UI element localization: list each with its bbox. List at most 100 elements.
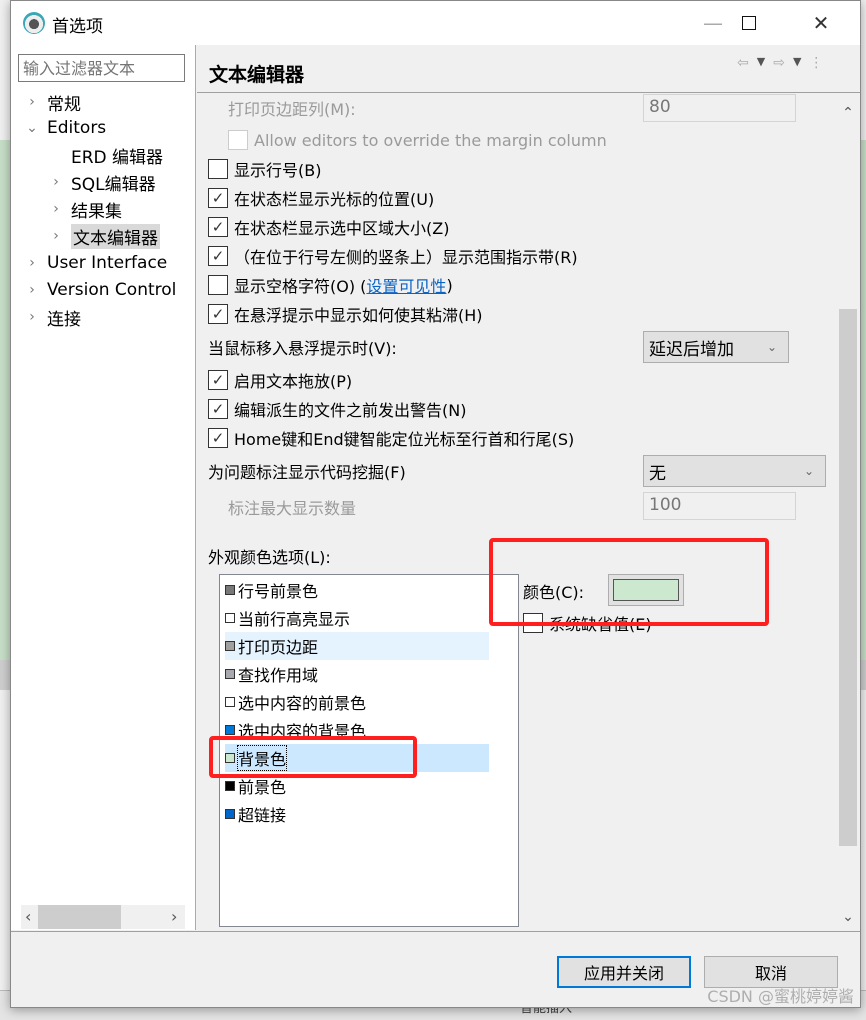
show-cursor-position-row[interactable]: ✓ 在状态栏显示光标的位置(U) (208, 185, 434, 211)
color-option-selection-fg[interactable]: 选中内容的前景色 (225, 688, 489, 716)
window-title: 首选项 (52, 17, 103, 37)
text-drag-drop-checkbox[interactable]: ✓ (208, 370, 228, 390)
close-icon: ✕ (812, 11, 830, 35)
allow-override-label: Allow editors to override the margin col… (254, 130, 607, 150)
show-whitespace-row[interactable]: 显示空格字符(O) ( 设置可见性 ) (208, 272, 453, 298)
scrollbar-thumb[interactable] (38, 905, 121, 929)
code-mining-value: 无 (649, 463, 666, 484)
chevron-right-icon[interactable]: › (47, 174, 65, 190)
color-label: 颜色(C): (523, 583, 585, 602)
tree-item-sql-editor[interactable]: › SQL编辑器 (47, 169, 155, 195)
configure-visibility-link[interactable]: 设置可见性 (366, 273, 446, 297)
show-line-numbers-checkbox[interactable] (208, 159, 228, 179)
apply-and-close-button[interactable]: 应用并关闭 (557, 956, 691, 988)
color-option-label: 超链接 (238, 806, 287, 825)
tree-item-label: 文本编辑器 (71, 223, 160, 249)
allow-override-checkbox[interactable] (228, 130, 248, 150)
tree-item-label: ERD 编辑器 (71, 147, 164, 168)
tree-item-version-control[interactable]: › Version Control (23, 277, 176, 303)
back-history-dropdown-icon[interactable]: ▼ (757, 55, 765, 71)
text-drag-drop-row[interactable]: ✓ 启用文本拖放(P) (208, 367, 352, 393)
tree-item-label: 结果集 (71, 201, 122, 222)
show-range-indicator-row[interactable]: ✓ （在位于行号左侧的竖条上）显示范围指示带(R) (208, 243, 578, 269)
system-default-label: 系统缺省值(E) (549, 615, 652, 634)
sticky-hover-row[interactable]: ✓ 在悬浮提示中显示如何使其粘滞(H) (208, 301, 483, 327)
color-option-current-line[interactable]: 当前行高亮显示 (225, 604, 489, 632)
show-whitespace-checkbox[interactable] (208, 275, 228, 295)
chevron-right-icon[interactable]: › (47, 228, 65, 244)
chevron-down-icon[interactable]: ⌄ (23, 120, 41, 136)
scroll-left-icon[interactable]: ‹ (25, 907, 31, 926)
tree-item-text-editor[interactable]: › 文本编辑器 (47, 223, 160, 249)
color-swatch-icon (225, 641, 235, 651)
show-cursor-position-checkbox[interactable]: ✓ (208, 188, 228, 208)
more-options-icon[interactable]: ⋮ (809, 55, 823, 71)
checkbox-label: 在状态栏显示光标的位置(U) (234, 190, 435, 209)
maximize-button[interactable] (719, 1, 779, 45)
tree-item-label: Editors (47, 118, 107, 138)
color-option-label: 打印页边距 (238, 638, 319, 657)
forward-arrow-icon[interactable]: ⇨ (773, 55, 785, 71)
tree-item-editors[interactable]: ⌄ Editors (23, 115, 106, 141)
filter-input[interactable] (18, 54, 185, 82)
chevron-right-icon[interactable]: › (23, 282, 41, 298)
scroll-down-icon[interactable]: ⌄ (837, 909, 859, 925)
color-swatch-icon (225, 781, 235, 791)
color-option-line-number-fg[interactable]: 行号前景色 (225, 576, 489, 604)
system-default-row[interactable]: 系统缺省值(E) (523, 610, 652, 636)
tree-item-erd-editor[interactable]: ERD 编辑器 (47, 142, 163, 168)
tree-item-general[interactable]: › 常规 (23, 89, 81, 115)
tree-horizontal-scrollbar[interactable]: ‹ › (21, 905, 185, 929)
chevron-right-icon[interactable]: › (23, 255, 41, 271)
code-mining-select[interactable]: 无 ⌄ (643, 455, 826, 487)
color-option-label: 选中内容的背景色 (238, 722, 367, 741)
sticky-hover-checkbox[interactable]: ✓ (208, 304, 228, 324)
scroll-right-icon[interactable]: › (171, 907, 177, 926)
color-swatch-icon (225, 809, 235, 819)
smart-home-end-row[interactable]: ✓ Home键和End键智能定位光标至行首和行尾(S) (208, 425, 574, 451)
show-selection-size-checkbox[interactable]: ✓ (208, 217, 228, 237)
chevron-right-icon[interactable]: › (47, 201, 65, 217)
settings-vertical-scrollbar[interactable]: ⌃ ⌄ (837, 97, 859, 929)
tree-item-connections[interactable]: › 连接 (23, 304, 81, 330)
show-selection-size-row[interactable]: ✓ 在状态栏显示选中区域大小(Z) (208, 214, 449, 240)
back-arrow-icon[interactable]: ⇦ (737, 55, 749, 71)
show-line-numbers-row[interactable]: 显示行号(B) (208, 156, 321, 182)
tree-item-result-set[interactable]: › 结果集 (47, 196, 122, 222)
tree-item-label: User Interface (47, 253, 168, 273)
checkbox-label: 编辑派生的文件之前发出警告(N) (234, 401, 467, 420)
warn-derived-checkbox[interactable]: ✓ (208, 399, 228, 419)
forward-history-dropdown-icon[interactable]: ▼ (793, 55, 801, 71)
checkbox-label: 启用文本拖放(P) (234, 372, 353, 391)
appearance-color-list[interactable]: 行号前景色 当前行高亮显示 打印页边距 查找作用域 选中内容的前景色 选中内容的… (219, 574, 519, 927)
smart-home-end-checkbox[interactable]: ✓ (208, 428, 228, 448)
system-default-checkbox[interactable] (523, 613, 543, 633)
close-button[interactable]: ✕ (791, 1, 851, 45)
allow-override-checkbox-row[interactable]: Allow editors to override the margin col… (228, 127, 607, 153)
color-swatch-icon (225, 585, 235, 595)
maximize-icon (742, 16, 756, 30)
chevron-right-icon[interactable]: › (23, 309, 41, 325)
color-option-print-margin[interactable]: 打印页边距 (225, 632, 489, 660)
hover-mode-value: 延迟后增加 (649, 339, 734, 360)
checkbox-label: Home键和End键智能定位光标至行首和行尾(S) (234, 430, 575, 449)
title-bar: 首选项 — ✕ (11, 1, 860, 45)
show-range-indicator-checkbox[interactable]: ✓ (208, 246, 228, 266)
color-option-background[interactable]: 背景色 (225, 744, 489, 772)
scroll-up-icon[interactable]: ⌃ (837, 105, 859, 121)
color-swatch-icon (225, 613, 235, 623)
scrollbar-thumb[interactable] (839, 309, 857, 846)
color-picker-button[interactable] (608, 574, 684, 606)
chevron-right-icon[interactable]: › (23, 94, 41, 110)
color-option-hyperlink[interactable]: 超链接 (225, 800, 489, 828)
code-mining-label: 为问题标注显示代码挖掘(F) (208, 463, 406, 482)
print-margin-input[interactable]: 80 (643, 94, 796, 122)
tree-item-user-interface[interactable]: › User Interface (23, 250, 167, 276)
warn-derived-row[interactable]: ✓ 编辑派生的文件之前发出警告(N) (208, 396, 466, 422)
max-annotations-input[interactable]: 100 (643, 492, 796, 520)
hover-mode-select[interactable]: 延迟后增加 ⌄ (643, 331, 789, 363)
checkbox-label: （在位于行号左侧的竖条上）显示范围指示带(R) (234, 248, 578, 267)
color-option-selection-bg[interactable]: 选中内容的背景色 (225, 716, 489, 744)
color-option-find-scope[interactable]: 查找作用域 (225, 660, 489, 688)
color-option-foreground[interactable]: 前景色 (225, 772, 489, 800)
